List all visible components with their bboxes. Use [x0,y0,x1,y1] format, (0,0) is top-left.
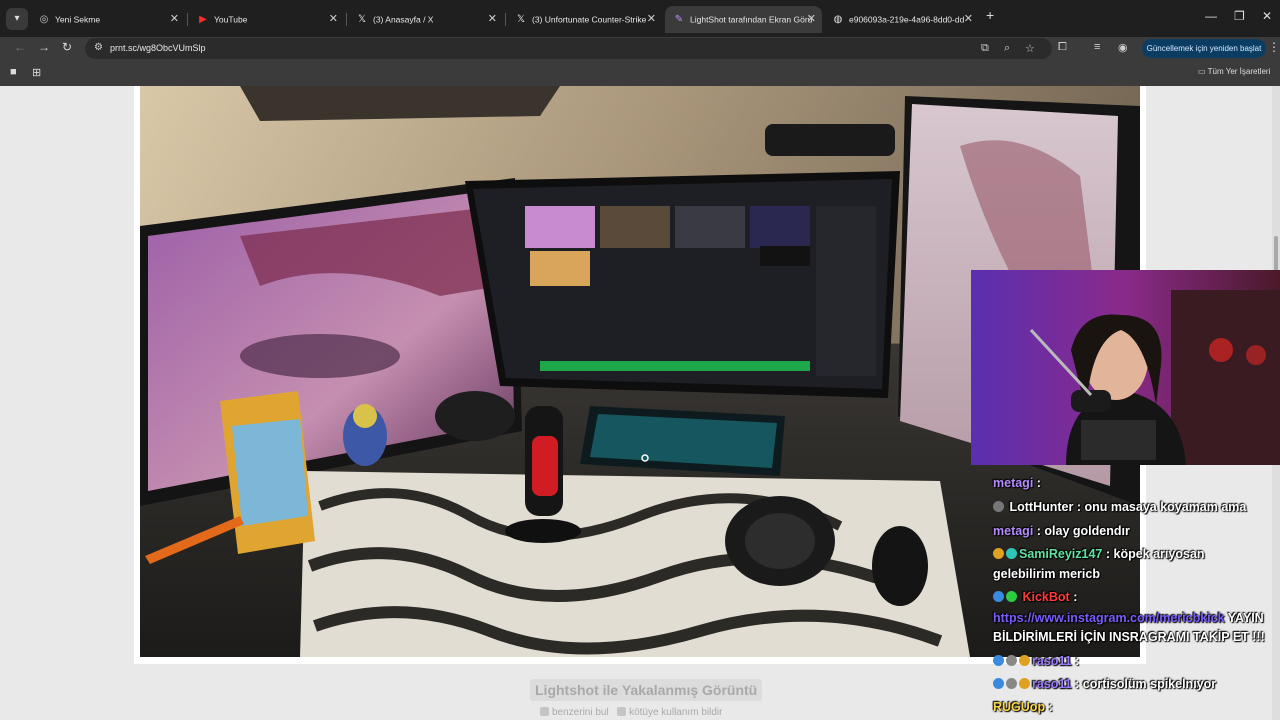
profile-icon[interactable]: ◉ [1118,41,1128,54]
coin-badge-icon [1019,655,1030,666]
chat-message: RUGUop : [993,700,1053,714]
tab-new-tab[interactable]: ◎ Yeni Sekme ✕ [30,6,185,33]
url-text[interactable]: prnt.sc/wg8ObcVUmSlp [110,43,206,53]
tab-x-counter-strike[interactable]: 𝕏 (3) Unfortunate Counter-Strike ✕ [507,6,662,33]
report-abuse-link[interactable]: kötüye kullanım bildir [617,707,722,718]
tab-strip: ▾ ◎ Yeni Sekme ✕ ▶ YouTube ✕ 𝕏 (3) Anasayfa… [0,0,1280,37]
sub-badge-icon [993,678,1004,689]
menu-kebab-icon[interactable]: ⋮ [1268,40,1280,54]
chat-message: gelebilirim mericb [993,567,1100,581]
bookmark-star-icon[interactable]: ☆ [1025,42,1035,55]
reload-button[interactable]: ↻ [62,40,72,54]
apps-grid-icon[interactable]: ⊞ [32,66,41,79]
folder-icon: ▭ [1198,67,1208,76]
tab-uuid-page[interactable]: ◍ e906093a-219e-4a96-8dd0-dd ✕ [824,6,979,33]
extensions-icon[interactable]: ⧠ [1058,41,1067,54]
chat-message: SamiReyiz147 : köpek arıyosan [993,547,1205,561]
close-icon[interactable]: ✕ [647,6,656,33]
gift-badge-icon [1006,548,1017,559]
mod-badge-icon [1006,655,1017,666]
all-bookmarks-button[interactable]: ▭ Tüm Yer İşaretleri [1198,67,1270,76]
coin-badge-icon [993,548,1004,559]
tab-x-home[interactable]: 𝕏 (3) Anasayfa / X ✕ [348,6,503,33]
tab-lightshot[interactable]: ✎ LightShot tarafından Ekran Görü ✕ [665,6,822,33]
stream-chat-overlay: metagi : LottHunter : onu masaya koyamam… [990,476,1280,720]
back-button[interactable]: ← [14,40,26,54]
streamer-webcam-overlay [971,270,1280,465]
mod-badge-icon [1006,678,1017,689]
camera-icon [540,707,549,716]
chat-message: KickBot : [993,590,1077,604]
close-icon[interactable]: ✕ [488,6,497,33]
bot-badge-icon [993,591,1004,602]
chrome-icon: ◎ [39,14,49,26]
tab-search-button[interactable]: ▾ [6,8,28,30]
verified-badge-icon [1006,591,1017,602]
minimize-button[interactable]: — [1205,9,1217,23]
tab-groups-icon[interactable]: ■ [10,66,17,78]
install-app-icon[interactable]: ⧉ [981,42,989,55]
user-badge-icon [993,501,1004,512]
close-icon[interactable]: ✕ [329,6,338,33]
site-info-icon[interactable]: ⚙ [94,42,103,53]
chat-message: metagi : [993,476,1041,490]
tab-youtube[interactable]: ▶ YouTube ✕ [189,6,344,33]
x-icon: 𝕏 [357,14,367,26]
chat-message: metagi : olay goldendır [993,524,1130,538]
image-links: benzerini bul kötüye kullanım bildir [540,707,722,718]
close-icon[interactable]: ✕ [807,6,816,33]
flag-icon [617,707,627,716]
youtube-icon: ▶ [199,14,207,26]
zoom-icon[interactable]: ⌕ [1004,42,1010,55]
chat-message: BİLDİRİMLERİ İÇİN INSRAGRAMI TAKİP ET !!… [993,630,1265,644]
lightshot-feather-icon: ✎ [674,14,684,26]
chat-message: https://www.instagram.com/mericbkick YAY… [993,611,1264,625]
update-restart-button[interactable]: Güncellemek için yeniden başlat [1142,39,1266,58]
close-icon[interactable]: ✕ [964,6,973,33]
chat-message: raso11 : cortisolüm spikelnıyor [993,677,1216,691]
media-controls-icon[interactable]: ≡ [1094,41,1100,53]
coin-badge-icon [1019,678,1030,689]
chat-message: LottHunter : onu masaya koyamam ama [993,500,1246,514]
bookmarks-bar: ■ ⊞ ▭ Tüm Yer İşaretleri [0,60,1280,86]
x-icon: 𝕏 [516,14,526,26]
lightshot-caption: Lightshot ile Yakalanmış Görüntü [530,679,763,701]
new-tab-button[interactable]: + [986,7,994,23]
browser-toolbar: ← → ↻ ⚙ prnt.sc/wg8ObcVUmSlp ⧉ ⌕ ☆ ⧠ ≡ ◉… [0,37,1280,60]
close-icon[interactable]: ✕ [170,6,179,33]
chat-message: raso11 : [993,654,1079,668]
close-window-button[interactable]: ✕ [1262,9,1272,23]
forward-button[interactable]: → [38,40,50,54]
globe-icon: ◍ [833,14,843,26]
find-similar-link[interactable]: benzerini bul [540,707,609,718]
address-bar[interactable]: ⚙ prnt.sc/wg8ObcVUmSlp ⧉ ⌕ ☆ [85,38,1052,59]
restore-button[interactable]: ❐ [1234,9,1245,23]
sub-badge-icon [993,655,1004,666]
